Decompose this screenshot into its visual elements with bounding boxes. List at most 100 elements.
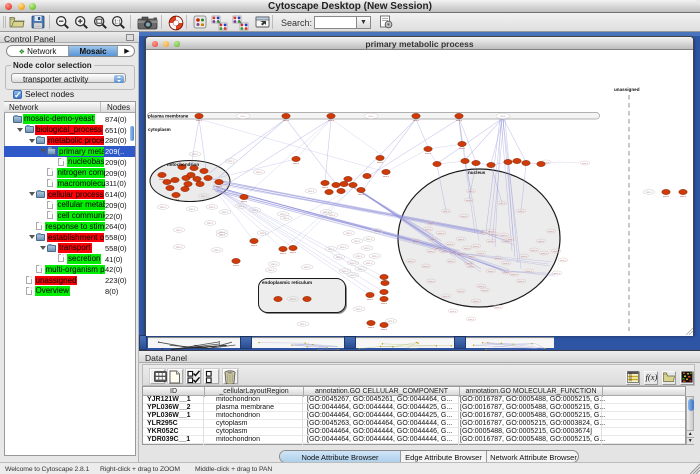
svg-text:xxxx-x: xxxx-x [356, 256, 363, 258]
svg-text:xxxx-x: xxxx-x [468, 319, 474, 321]
svg-text:xxxx-x: xxxx-x [342, 271, 349, 273]
svg-text:xxxx-x: xxxx-x [503, 263, 509, 265]
svg-text:xxxx-x: xxxx-x [468, 266, 474, 268]
svg-text:xxxx-x: xxxx-x [482, 290, 488, 292]
svg-text:xxxx-x: xxxx-x [196, 120, 203, 122]
svg-text:xxxx-x: xxxx-x [503, 272, 509, 274]
svg-text:xxxx-x: xxxx-x [176, 230, 183, 232]
svg-text:xxxx-x: xxxx-x [173, 199, 180, 201]
svg-text:xxxx-x: xxxx-x [521, 256, 527, 258]
svg-text:xxxx-x: xxxx-x [464, 248, 470, 250]
svg-text:xxxx-x: xxxx-x [478, 286, 484, 288]
svg-text:xxxx-x: xxxx-x [548, 231, 554, 233]
svg-text:f(x): f(x) [646, 372, 658, 382]
svg-text:xxxx-x: xxxx-x [423, 266, 429, 268]
svg-text:xxxx-x: xxxx-x [293, 163, 300, 165]
svg-text:xxxx-x: xxxx-x [499, 203, 505, 205]
svg-text:xxxx-x: xxxx-x [350, 263, 357, 265]
svg-text:xxxx-x: xxxx-x [680, 196, 687, 198]
svg-text:xxxx-x: xxxx-x [488, 231, 494, 233]
svg-text:xxx-x: xxx-x [500, 116, 506, 118]
svg-text:xxxx-x: xxxx-x [209, 207, 216, 209]
svg-text:xxxx-x: xxxx-x [435, 248, 441, 250]
svg-text:xxxx-x: xxxx-x [356, 309, 363, 311]
svg-text:xxxx-x: xxxx-x [216, 186, 223, 188]
svg-text:xxxx-x: xxxx-x [450, 311, 456, 313]
svg-text:xxxx-x: xxxx-x [560, 260, 566, 262]
svg-text:nucleus: nucleus [468, 170, 486, 175]
svg-text:xxxx-x: xxxx-x [441, 251, 447, 253]
svg-text:plasma membrane: plasma membrane [148, 114, 189, 119]
svg-text:xxxx-x: xxxx-x [322, 187, 329, 189]
svg-text:xxxx-x: xxxx-x [491, 234, 497, 236]
svg-text:xxxx-x: xxxx-x [219, 235, 226, 237]
svg-text:xxxx-x: xxxx-x [238, 206, 245, 208]
svg-text:xxxx-x: xxxx-x [251, 245, 258, 247]
svg-text:xxxx-x: xxxx-x [368, 327, 375, 329]
svg-text:xxxx-x: xxxx-x [526, 271, 532, 273]
svg-text:xxxx-x: xxxx-x [428, 251, 434, 253]
svg-text:xxxx-x: xxxx-x [308, 191, 315, 193]
svg-text:xxxx-x: xxxx-x [443, 211, 449, 213]
svg-text:mitochondrion: mitochondrion [167, 162, 199, 167]
svg-text:xxxx-x: xxxx-x [466, 263, 472, 265]
svg-text:xxxx-x: xxxx-x [328, 120, 335, 122]
svg-text:xxxx-x: xxxx-x [458, 254, 464, 256]
svg-text:xxxx-x: xxxx-x [428, 281, 434, 283]
svg-text:xxxx-x: xxxx-x [428, 223, 434, 225]
svg-text:xxxx-x: xxxx-x [214, 250, 221, 252]
svg-text:xxxx-x: xxxx-x [461, 216, 467, 218]
svg-text:xxxx-x: xxxx-x [408, 261, 414, 263]
svg-text:xxxx-x: xxxx-x [448, 261, 454, 263]
svg-text:xxxx-x: xxxx-x [582, 163, 588, 165]
svg-text:xxxx-x: xxxx-x [260, 233, 267, 235]
svg-text:xxxx-x: xxxx-x [388, 321, 395, 323]
svg-text:xxxx-x: xxxx-x [346, 233, 353, 235]
svg-text:xxxx-x: xxxx-x [377, 162, 384, 164]
svg-text:xxxx-x: xxxx-x [159, 179, 166, 181]
svg-text:xxxx-x: xxxx-x [366, 239, 373, 241]
svg-text:xxxx-x: xxxx-x [473, 246, 479, 248]
svg-text:xxxx-x: xxxx-x [189, 209, 196, 211]
svg-text:xxxx-x: xxxx-x [336, 257, 343, 259]
svg-text:xxxx-x: xxxx-x [366, 263, 373, 265]
svg-text:xxxx-x: xxxx-x [447, 244, 453, 246]
svg-text:xxxx-x: xxxx-x [228, 161, 235, 163]
svg-text:xxxx-x: xxxx-x [328, 249, 335, 251]
svg-text:xxxx-x: xxxx-x [503, 241, 509, 243]
svg-text:xxxx-x: xxxx-x [233, 265, 240, 267]
svg-text:xxxx-x: xxxx-x [374, 231, 381, 233]
svg-text:xxxx-x: xxxx-x [268, 270, 275, 272]
svg-text:xxxx-x: xxxx-x [430, 239, 436, 241]
svg-text:xxxx-x: xxxx-x [219, 232, 226, 234]
svg-text:xxxx-x: xxxx-x [290, 299, 297, 301]
svg-text:xxxx-x: xxxx-x [358, 194, 365, 196]
svg-text:xxxx-x: xxxx-x [241, 201, 248, 203]
svg-text:xxxx-x: xxxx-x [458, 291, 464, 293]
svg-text:xxxx-x: xxxx-x [280, 214, 287, 216]
svg-text:xxxx-x: xxxx-x [646, 192, 653, 194]
svg-text:xxxx-x: xxxx-x [372, 256, 379, 258]
svg-text:xxxx-x: xxxx-x [488, 271, 494, 273]
svg-text:xxxx-x: xxxx-x [538, 241, 544, 243]
svg-text:xxxx-x: xxxx-x [458, 239, 464, 241]
svg-text:xxxx-x: xxxx-x [358, 269, 365, 271]
svg-text:cytoplasm: cytoplasm [148, 127, 171, 132]
svg-text:endoplasmic reticulum: endoplasmic reticulum [262, 280, 312, 285]
svg-text:xxxx-x: xxxx-x [488, 241, 494, 243]
svg-text:xxxx-x: xxxx-x [222, 212, 229, 214]
svg-text:xxxx-x: xxxx-x [283, 218, 290, 220]
svg-text:xxxx-x: xxxx-x [340, 247, 347, 249]
svg-text:xxxx-x: xxxx-x [300, 324, 307, 326]
svg-text:xxxx-x: xxxx-x [354, 241, 361, 243]
svg-text:xxxx-x: xxxx-x [350, 275, 357, 277]
svg-text:xxxx-x: xxxx-x [160, 207, 167, 209]
svg-text:xxxx-x: xxxx-x [201, 196, 208, 198]
svg-text:xxxx-x: xxxx-x [450, 252, 456, 254]
svg-text:xxxx-x: xxxx-x [495, 307, 501, 309]
svg-text:xxxx-x: xxxx-x [511, 274, 517, 276]
svg-text:xxxx-x: xxxx-x [283, 120, 290, 122]
svg-text:xxxx-x: xxxx-x [381, 329, 388, 331]
svg-text:xxxx-x: xxxx-x [438, 233, 444, 235]
svg-text:xxxx-x: xxxx-x [518, 211, 524, 213]
